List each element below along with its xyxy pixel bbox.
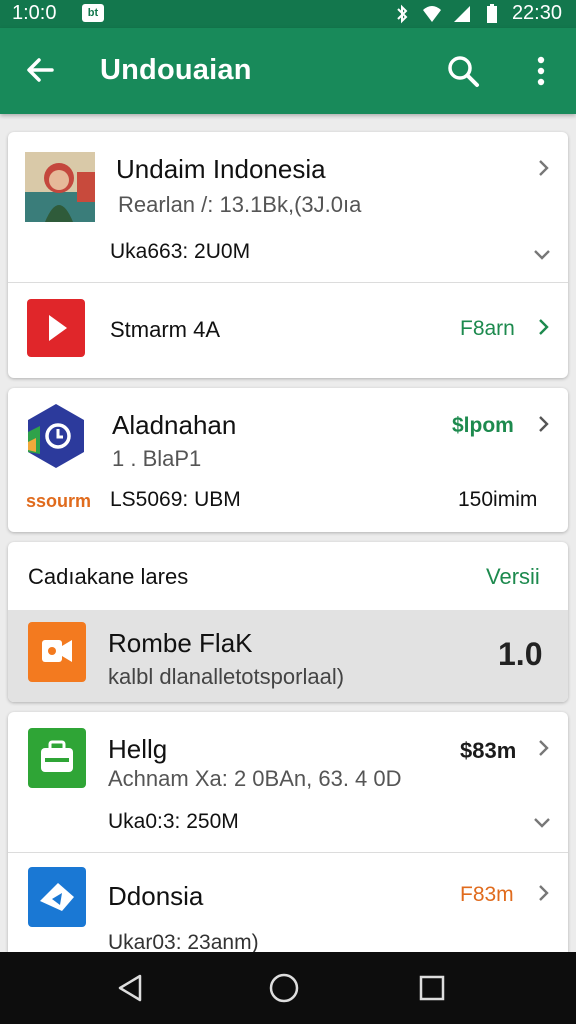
item-title: Aladnahan xyxy=(112,410,237,440)
chevron-right-icon[interactable] xyxy=(536,738,552,758)
item-subtitle: 1 . BlaP1 xyxy=(112,446,202,471)
youtube-play-icon xyxy=(27,299,85,357)
app-bar: Undouaian xyxy=(0,28,576,114)
card-undaim: Undaim Indonesia Rearlan /: 13.1Bk,(3J.0… xyxy=(8,132,568,378)
map-app-icon xyxy=(28,867,86,927)
back-arrow-icon[interactable] xyxy=(22,52,58,88)
item-title: Rombe FlaK xyxy=(108,628,253,658)
item-title: Undaim Indonesia xyxy=(116,154,326,184)
section-title: Cadıakane lares xyxy=(28,564,189,589)
status-bar: 1:0:0 bt 22:30 xyxy=(0,0,576,28)
brand-label: ssourm xyxy=(26,491,92,511)
item-detail: Uka663: 2U0M xyxy=(110,240,251,263)
item-size: 150imim xyxy=(458,488,538,511)
nav-recents-icon[interactable] xyxy=(414,970,450,1006)
chevron-down-icon[interactable] xyxy=(532,248,552,262)
item-value: 1.0 xyxy=(498,636,543,672)
chevron-right-icon[interactable] xyxy=(536,317,552,337)
signal-icon xyxy=(453,5,470,22)
status-time-right: 22:30 xyxy=(511,2,562,24)
item-subtitle: kalbl dlanalletotsporlaal) xyxy=(108,664,345,689)
item-price[interactable]: $83m xyxy=(460,738,516,764)
list-item-stream[interactable]: Stmarm 4A F8arn xyxy=(8,283,568,378)
list-item-ddonsia[interactable]: Ddonsia F83m Ukar03: 23anm) xyxy=(8,853,568,958)
stream-action[interactable]: F8arn xyxy=(460,317,515,341)
status-time-left: 1:0:0 xyxy=(12,2,57,24)
section-header: Cadıakane lares Versii xyxy=(8,542,568,610)
media-app-icon xyxy=(28,622,86,682)
chevron-right-icon[interactable] xyxy=(536,883,552,903)
chevron-down-icon[interactable] xyxy=(532,816,552,830)
list-item-rombe[interactable]: Rombe FlaK kalbl dlanalletotsporlaal) 1.… xyxy=(8,610,568,702)
notification-icon: bt xyxy=(82,4,104,22)
chevron-right-icon[interactable] xyxy=(536,414,552,434)
item-detail: Uka0:3: 250M xyxy=(108,810,239,833)
item-price[interactable]: $lpom xyxy=(452,414,514,438)
briefcase-app-icon xyxy=(28,728,86,788)
system-nav-bar xyxy=(0,952,576,1024)
battery-icon xyxy=(486,3,497,23)
stream-label: Stmarm 4A xyxy=(110,317,221,342)
card-aladnahan[interactable]: Aladnahan 1 . BlaP1 ssourm LS5069: UBM $… xyxy=(8,388,568,532)
bluetooth-icon xyxy=(397,4,408,23)
version-link[interactable]: Versii xyxy=(486,564,540,590)
app-logo-icon xyxy=(28,404,84,468)
card-cadiakane: Cadıakane lares Versii Rombe FlaK kalbl … xyxy=(8,542,568,702)
profile-photo-avatar xyxy=(25,152,95,222)
item-title: Hellg xyxy=(108,734,168,764)
item-action[interactable]: F83m xyxy=(460,883,514,907)
nav-back-icon[interactable] xyxy=(112,970,148,1006)
search-icon[interactable] xyxy=(444,52,482,90)
card-hellg: Hellg Achnam Xa: 2 0BAn, 63. 4 0D Uka0:3… xyxy=(8,712,568,958)
item-title: Ddonsia xyxy=(108,881,204,911)
page-title: Undouaian xyxy=(100,54,252,86)
wifi-icon xyxy=(422,5,441,22)
chevron-right-icon[interactable] xyxy=(536,158,552,178)
list-item-hellg[interactable]: Hellg Achnam Xa: 2 0BAn, 63. 4 0D Uka0:3… xyxy=(8,712,568,852)
more-options-icon[interactable] xyxy=(526,52,556,90)
item-subtitle: Rearlan /: 13.1Bk,(3J.0ıa xyxy=(118,192,362,217)
list-item-undaim[interactable]: Undaim Indonesia Rearlan /: 13.1Bk,(3J.0… xyxy=(8,132,568,282)
item-detail: LS5069: UBM xyxy=(110,488,241,511)
nav-home-icon[interactable] xyxy=(266,970,302,1006)
item-subtitle: Achnam Xa: 2 0BAn, 63. 4 0D xyxy=(108,766,402,791)
